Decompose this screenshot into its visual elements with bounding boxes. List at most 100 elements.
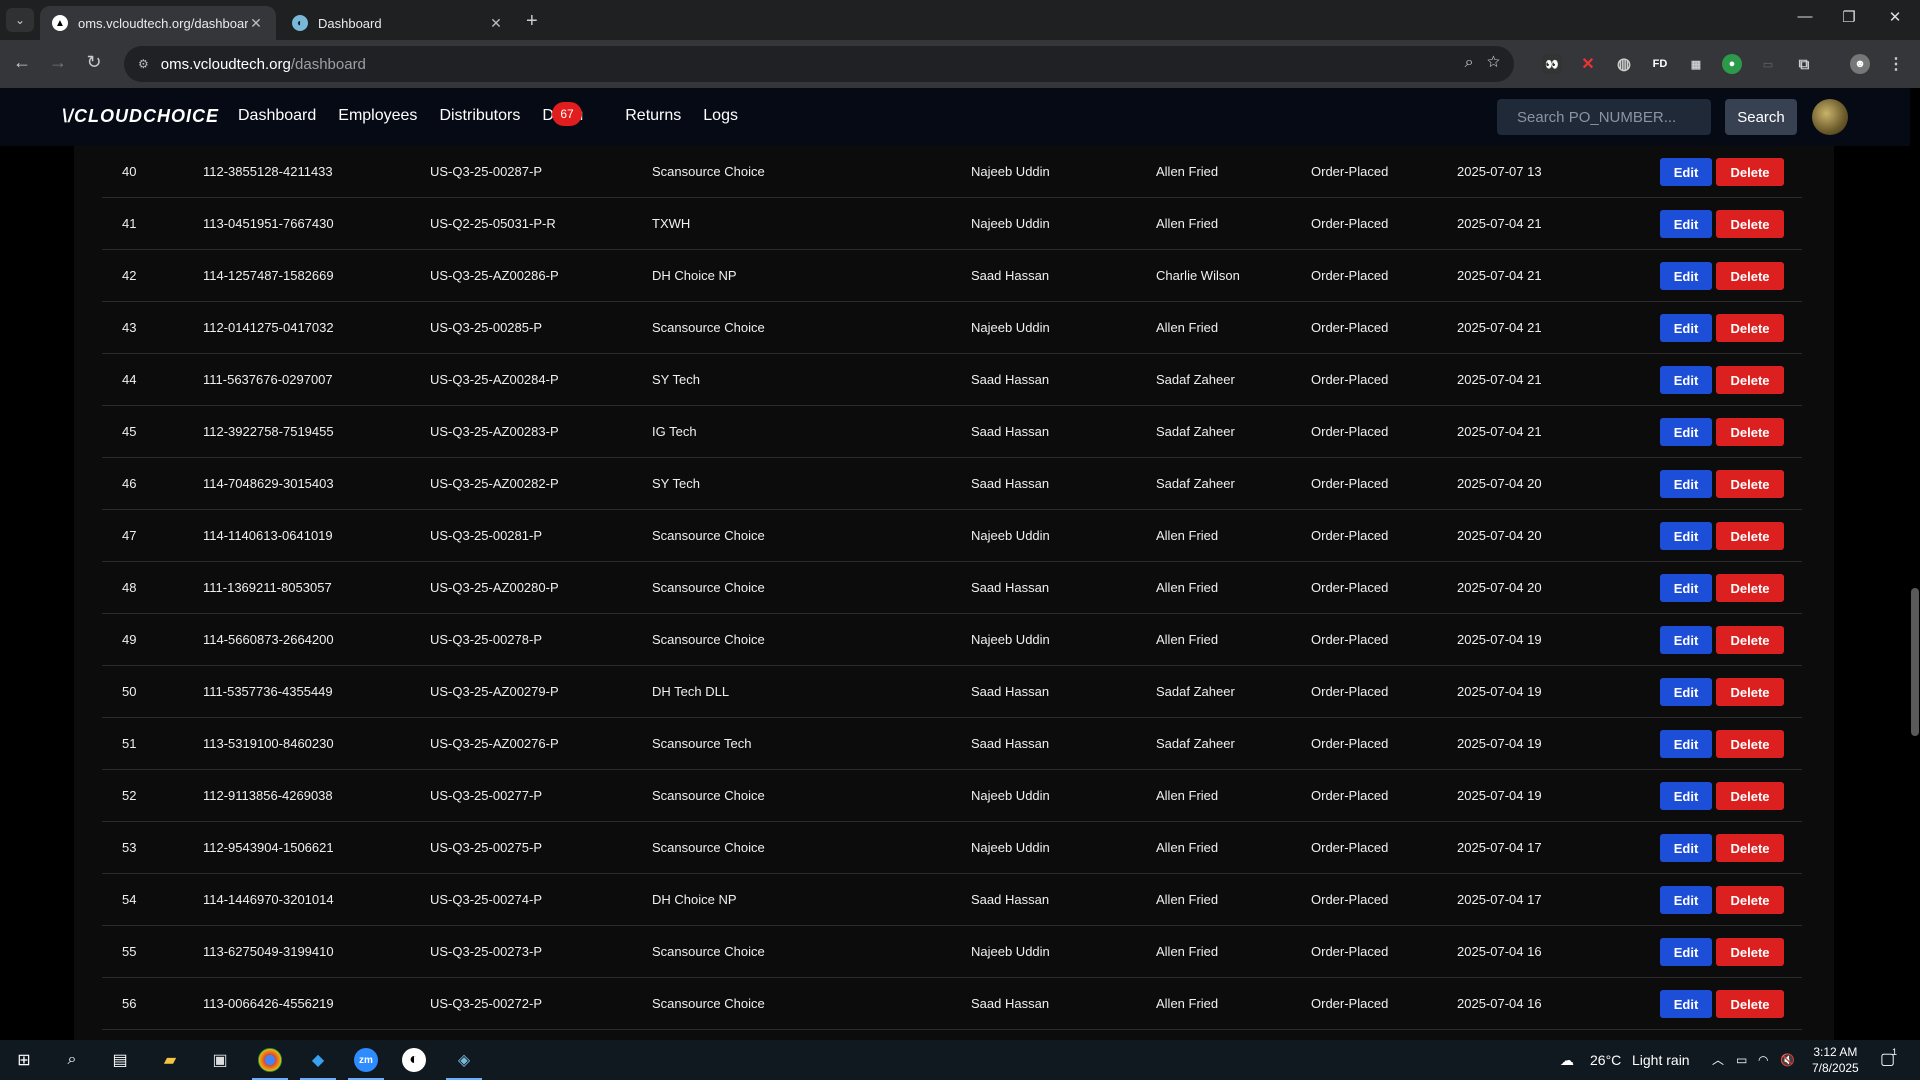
restore-icon[interactable]: ❐ [1826,8,1872,26]
tab-search-icon[interactable]: ⌄ [6,8,34,32]
extensions-puzzle-icon[interactable]: ⧉ [1794,54,1814,74]
extension-x-icon[interactable]: ✕ [1578,54,1598,74]
edit-button[interactable]: Edit [1660,574,1712,602]
edit-button[interactable]: Edit [1660,366,1712,394]
app-diamond-icon[interactable]: ◈ [446,1048,482,1080]
customer: Sadaf Zaheer [1156,372,1235,387]
delete-button[interactable]: Delete [1716,834,1784,862]
address-bar[interactable]: ⚙ oms.vcloudtech.org /dashboard ⌕ ☆ [124,46,1514,82]
edit-button[interactable]: Edit [1660,886,1712,914]
weather-temp[interactable]: 26°C [1590,1040,1621,1080]
delete-button[interactable]: Delete [1716,418,1784,446]
nav-employees[interactable]: Employees [338,107,417,125]
edit-button[interactable]: Edit [1660,678,1712,706]
taskbar-clock[interactable]: 3:12 AM 7/8/2025 [1812,1044,1859,1076]
delete-button[interactable]: Delete [1716,938,1784,966]
new-tab-icon[interactable]: + [526,10,538,33]
extension-box-icon[interactable]: ▭ [1758,54,1778,74]
edit-button[interactable]: Edit [1660,938,1712,966]
weather-desc[interactable]: Light rain [1632,1040,1690,1080]
edit-button[interactable]: Edit [1660,210,1712,238]
tray-chevron-icon[interactable]: ︿ [1712,1040,1724,1080]
po-number: 114-5660873-2664200 [203,632,334,647]
site-info-icon[interactable]: ⚙ [138,57,149,71]
datetime: 2025-07-04 19 [1457,632,1542,647]
task-view-icon[interactable]: ▤ [108,1048,132,1072]
status: Order-Placed [1311,164,1389,179]
edit-button[interactable]: Edit [1660,990,1712,1018]
edit-button[interactable]: Edit [1660,782,1712,810]
extension-card-icon[interactable]: ▦ [1686,54,1706,74]
windows-start-icon[interactable]: ⊞ [12,1048,36,1072]
edit-button[interactable]: Edit [1660,470,1712,498]
datetime: 2025-07-04 17 [1457,892,1542,907]
delete-button[interactable]: Delete [1716,730,1784,758]
file-explorer-icon[interactable]: ▰ [158,1048,182,1072]
delete-button[interactable]: Delete [1716,262,1784,290]
delete-button[interactable]: Delete [1716,626,1784,654]
edit-button[interactable]: Edit [1660,730,1712,758]
po-search-input[interactable] [1497,99,1711,135]
chrome-icon[interactable] [252,1048,288,1080]
edit-button[interactable]: Edit [1660,314,1712,342]
nav-logs[interactable]: Logs [703,107,738,125]
close-window-icon[interactable]: ✕ [1872,8,1918,26]
delete-button[interactable]: Delete [1716,990,1784,1018]
delete-button[interactable]: Delete [1716,366,1784,394]
wifi-icon[interactable]: ◠ [1758,1040,1768,1080]
extension-globe-icon[interactable]: ◍ [1614,54,1634,74]
zoom-star-icons[interactable]: ⌕ ☆ [1465,54,1500,72]
extension-green-icon[interactable]: ● [1722,54,1742,74]
url-host: oms.vcloudtech.org [160,55,291,73]
store-icon[interactable]: ▣ [208,1048,232,1072]
app-logo[interactable]: \/CLOUDCHOICE [62,106,219,127]
back-icon[interactable]: ← [10,52,34,73]
zoom-icon[interactable]: zm [348,1048,384,1080]
nav-returns[interactable]: Returns [625,107,681,125]
delete-button[interactable]: Delete [1716,886,1784,914]
orders-table-container: 40 112-3855128-4211433 US-Q3-25-00287-P Sca… [74,146,1834,1040]
order-id: US-Q3-25-00271-P [430,1030,542,1040]
minimize-icon[interactable]: — [1782,8,1828,25]
profile-icon[interactable]: ☻ [1850,54,1870,74]
weather-icon[interactable]: ☁ [1560,1040,1574,1080]
po-number: 111-5357736-4355449 [203,684,333,699]
delete-button[interactable]: Delete [1716,210,1784,238]
edit-button[interactable]: Edit [1660,262,1712,290]
close-tab-icon[interactable]: ✕ [248,15,264,32]
user-avatar[interactable] [1812,99,1848,135]
delete-button[interactable]: Delete [1716,574,1784,602]
po-number: 111-1369211-8053057 [203,580,332,595]
vscode-icon[interactable]: ◆ [300,1048,336,1080]
app-circle-icon[interactable]: ◐ [402,1048,426,1072]
order-id: US-Q3-25-00278-P [430,632,542,647]
edit-button[interactable]: Edit [1660,834,1712,862]
delete-button[interactable]: Delete [1716,522,1784,550]
edit-button[interactable]: Edit [1660,626,1712,654]
page-scrollbar[interactable] [1910,88,1920,1040]
delete-button[interactable]: Delete [1716,470,1784,498]
extension-eyes-icon[interactable]: 👀 [1542,54,1562,74]
close-tab-icon[interactable]: ✕ [488,15,504,32]
battery-icon[interactable]: ▭ [1736,1040,1747,1080]
delete-button[interactable]: Delete [1716,782,1784,810]
delete-button[interactable]: Delete [1716,314,1784,342]
edit-button[interactable]: Edit [1660,522,1712,550]
menu-kebab-icon[interactable]: ⋮ [1886,54,1906,74]
search-button[interactable]: Search [1725,99,1797,135]
reload-icon[interactable]: ↻ [82,52,106,73]
delete-button[interactable]: Delete [1716,158,1784,186]
edit-button[interactable]: Edit [1660,158,1712,186]
scrollbar-thumb[interactable] [1911,588,1919,736]
distributor: Scansource Choice [652,1030,765,1040]
browser-tab[interactable]: ◐ Dashboard ✕ [280,6,516,40]
forward-icon[interactable]: → [46,52,70,73]
edit-button[interactable]: Edit [1660,418,1712,446]
volume-muted-icon[interactable]: 🔇 [1780,1040,1795,1080]
extension-fd-icon[interactable]: FD [1650,54,1670,74]
delete-button[interactable]: Delete [1716,678,1784,706]
nav-distributors[interactable]: Distributors [439,107,520,125]
taskbar-search-icon[interactable]: ⌕ [60,1048,84,1072]
nav-dashboard[interactable]: Dashboard [238,107,316,125]
browser-tab-active[interactable]: ▲ oms.vcloudtech.org/dashboard ✕ [40,6,276,40]
